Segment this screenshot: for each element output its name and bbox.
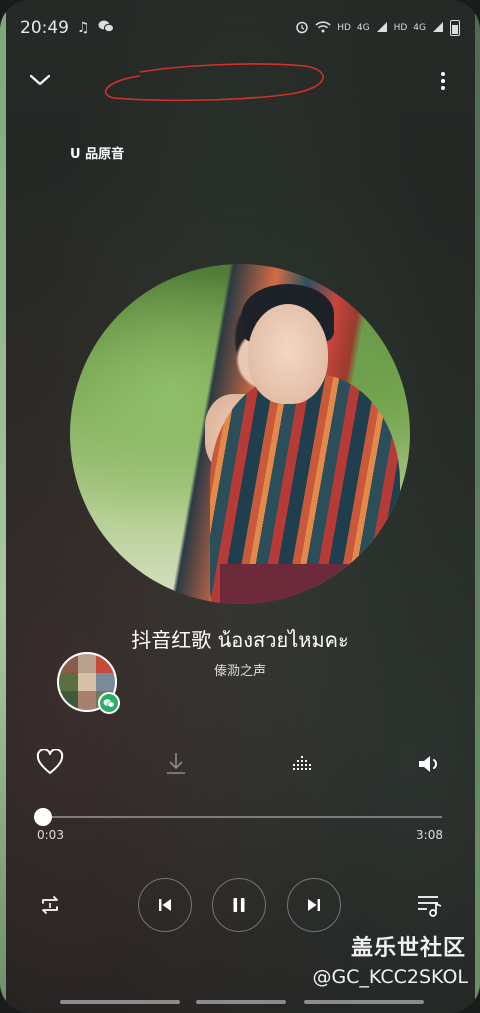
nav-indicator [196,1000,286,1004]
battery-icon [450,20,460,36]
chevron-down-icon [29,74,51,86]
screen-edge [475,0,480,1013]
network-4g-label: 4G [413,23,426,33]
playlist-button[interactable] [414,892,444,920]
more-options-button[interactable] [436,70,450,92]
signal-icon [432,21,444,36]
more-vertical-icon [441,72,445,76]
wifi-icon [315,20,331,36]
tiktok-icon: ♫ [77,20,90,36]
repeat-mode-button[interactable] [36,892,64,918]
playlist-icon [418,896,442,917]
sound-effect-button[interactable] [290,750,316,776]
current-time: 0:03 [37,828,64,842]
like-button[interactable] [36,748,64,776]
player-screen: 20:49 ♫ HD 4G HD 4G U 品原音 抖音红歌 น้องสวยไห… [0,0,480,1013]
previous-track-button[interactable] [138,878,192,932]
redacted-title-scribble [104,63,324,102]
progress-thumb[interactable] [34,808,52,826]
network-hd-label: HD [337,23,351,33]
watermark-site: 盖乐世社区 [350,936,466,961]
screen-edge [0,0,6,1013]
status-indicators: HD 4G HD 4G [295,20,460,37]
status-time: 20:49 [20,18,69,38]
heart-icon [36,749,64,774]
status-bar: 20:49 ♫ HD 4G HD 4G [20,14,460,42]
alarm-icon [295,20,309,37]
signal-icon [376,21,388,36]
watermark-handle: @GC_KCC2SKOL [312,966,468,988]
nav-indicator [304,1000,424,1004]
song-title: 抖音红歌 น้องสวยไหมคะ [131,628,349,652]
download-icon [167,753,185,774]
pause-icon [233,898,245,912]
sound-effect-icon [293,756,311,770]
next-icon [308,899,320,911]
repeat-icon [42,896,58,914]
total-time: 3:08 [416,828,443,842]
album-cover-art[interactable] [70,264,410,604]
pause-button[interactable] [212,878,266,932]
wechat-icon [98,19,114,37]
nav-indicator [60,1000,180,1004]
network-hd-label: HD [393,23,408,33]
download-button[interactable] [163,750,189,776]
volume-icon [419,756,437,772]
audio-quality-label[interactable]: U 品原音 [70,143,124,162]
volume-button[interactable] [416,750,444,778]
collapse-button[interactable] [28,68,52,92]
previous-icon [159,899,171,911]
next-track-button[interactable] [287,878,341,932]
network-4g-label: 4G [356,23,370,33]
wechat-badge-icon [98,692,120,714]
progress-bar[interactable] [42,816,442,818]
